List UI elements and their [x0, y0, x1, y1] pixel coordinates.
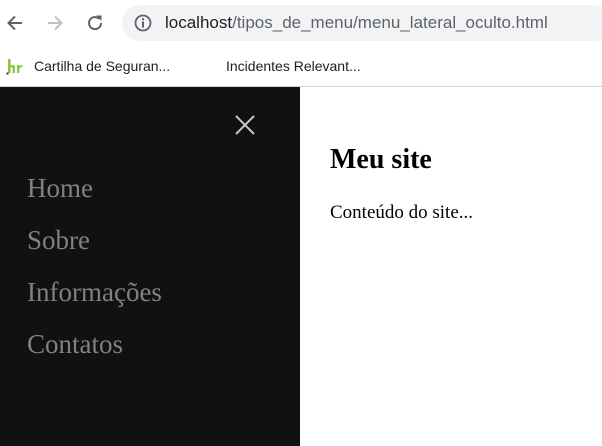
menu-item-sobre[interactable]: Sobre: [27, 224, 90, 256]
bookmark-incidentes[interactable]: Incidentes Relevant...: [226, 55, 361, 77]
reload-button[interactable]: [80, 8, 110, 38]
bookmarks-bar: Cartilha de Seguran... Incidentes Releva…: [0, 47, 602, 87]
menu-item-informacoes[interactable]: Informações: [27, 276, 162, 308]
arrow-left-icon: [7, 15, 22, 31]
reload-icon: [88, 15, 103, 31]
url-text[interactable]: localhost/tipos_de_menu/menu_lateral_ocu…: [165, 13, 548, 33]
bookmark-label: Incidentes Relevant...: [226, 58, 361, 74]
browser-toolbar: localhost/tipos_de_menu/menu_lateral_ocu…: [0, 0, 602, 47]
url-host: localhost: [165, 13, 233, 32]
menu-item-home[interactable]: Home: [27, 172, 93, 204]
arrow-right-icon: [48, 15, 63, 31]
menu-item-contatos[interactable]: Contatos: [27, 328, 123, 360]
close-icon[interactable]: [234, 114, 256, 136]
address-bar[interactable]: localhost/tipos_de_menu/menu_lateral_ocu…: [122, 5, 602, 41]
url-path: /tipos_de_menu/menu_lateral_oculto.html: [232, 13, 548, 32]
side-menu: Home Sobre Informações Contatos: [0, 87, 300, 446]
page-title: Meu site: [330, 144, 432, 175]
main-content: Meu site Conteúdo do site...: [300, 87, 602, 446]
bookmark-label: Cartilha de Seguran...: [34, 58, 171, 74]
back-button[interactable]: [0, 8, 30, 38]
br-logo-icon: [6, 57, 24, 75]
forward-button[interactable]: [40, 8, 70, 38]
info-circle-icon[interactable]: [133, 13, 153, 33]
page-text: Conteúdo do site...: [330, 202, 474, 223]
bookmark-cartilha[interactable]: Cartilha de Seguran...: [6, 55, 170, 77]
